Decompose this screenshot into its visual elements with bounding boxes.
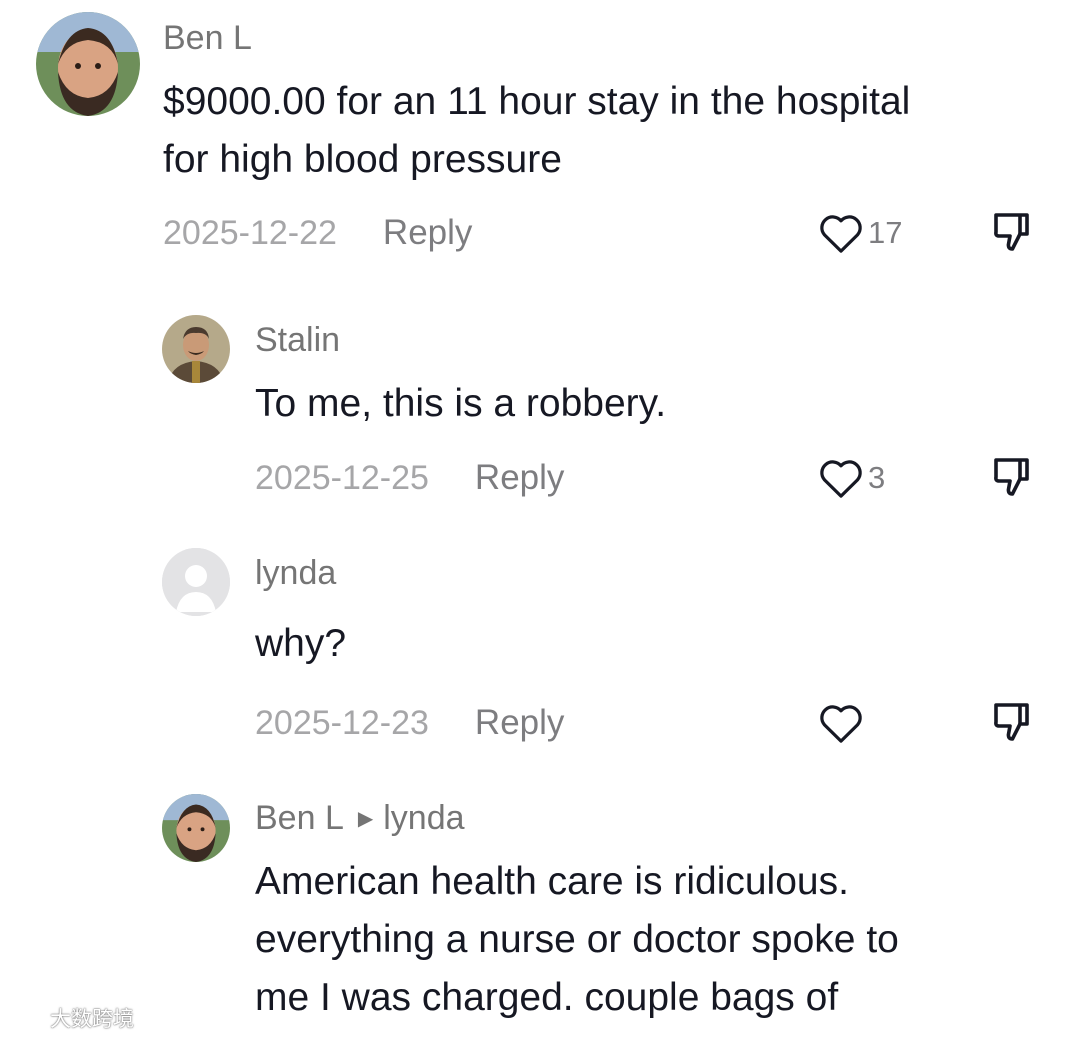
comment-item: Ben L ▶ lynda American health care is ridi…: [0, 780, 1080, 1038]
reply-button[interactable]: Reply: [475, 458, 564, 497]
comment-text-line: American health care is ridiculous.: [255, 860, 849, 903]
comment-username[interactable]: Stalin: [255, 320, 340, 360]
comment-text: American health care is ridiculous. ever…: [255, 853, 1065, 1027]
avatar[interactable]: [36, 12, 140, 116]
comment-text: $9000.00 for an 11 hour stay in the hosp…: [163, 73, 1063, 189]
comment-text: why?: [255, 615, 1055, 673]
thumbs-down-icon: [994, 703, 1029, 741]
comment-username[interactable]: lynda: [255, 553, 336, 593]
dislike-button[interactable]: [988, 453, 1036, 501]
like-button[interactable]: 3: [818, 453, 885, 503]
avatar[interactable]: [162, 315, 230, 383]
watermark-logo-icon: [10, 1008, 46, 1027]
comment-text-line: for high blood pressure: [163, 138, 562, 181]
thumbs-down-icon: [994, 213, 1029, 251]
comment-username-row: Ben L ▶ lynda: [255, 798, 465, 839]
avatar[interactable]: [162, 548, 230, 616]
watermark-text: 大数跨境: [50, 1008, 134, 1031]
comment-text-line: $9000.00 for an 11 hour stay in the hosp…: [163, 80, 911, 123]
comment-item: Stalin To me, this is a robbery. 2025-12…: [0, 300, 1080, 520]
comment-date: 2025-12-22: [163, 214, 337, 252]
comment-item: Ben L $9000.00 for an 11 hour stay in th…: [0, 0, 1080, 280]
watermark: 大数跨境: [8, 1004, 134, 1032]
comment-text-line: everything a nurse or doctor spoke to: [255, 918, 899, 961]
like-count: 17: [868, 215, 903, 250]
like-count: 3: [868, 460, 886, 495]
avatar[interactable]: [162, 794, 230, 862]
comment-username[interactable]: Ben L: [255, 799, 344, 837]
comment-meta: 2025-12-25 Reply: [255, 453, 564, 503]
default-avatar-icon: [162, 548, 230, 616]
comment-username[interactable]: Ben L: [163, 18, 252, 58]
reply-button[interactable]: Reply: [383, 213, 472, 252]
comment-meta: 2025-12-23 Reply: [255, 698, 564, 748]
comment-item: lynda why? 2025-12-23 Reply: [0, 535, 1080, 765]
heart-outline-icon: [820, 460, 862, 498]
triangle-right-icon: ▶: [357, 808, 374, 830]
comment-meta: 2025-12-22 Reply: [163, 208, 472, 258]
thumbs-down-icon: [994, 458, 1029, 496]
comment-date: 2025-12-25: [255, 459, 429, 497]
comment-text-line: me I was charged. couple bags of: [255, 976, 839, 1019]
comment-text-line: why?: [255, 622, 347, 665]
avatar-photo: [162, 794, 230, 862]
like-button[interactable]: 17: [818, 208, 902, 258]
heart-outline-icon: [820, 215, 862, 253]
reply-button[interactable]: Reply: [475, 703, 564, 742]
avatar-portrait: [162, 315, 230, 383]
avatar-photo: [36, 12, 140, 116]
dislike-button[interactable]: [988, 698, 1036, 746]
heart-outline-icon: [820, 705, 862, 743]
comment-text-line: To me, this is a robbery.: [255, 382, 667, 425]
reply-to-username[interactable]: lynda: [383, 799, 464, 837]
comment-text: To me, this is a robbery.: [255, 375, 1055, 433]
dislike-button[interactable]: [988, 208, 1036, 256]
comment-date: 2025-12-23: [255, 704, 429, 742]
like-button[interactable]: [818, 698, 868, 748]
